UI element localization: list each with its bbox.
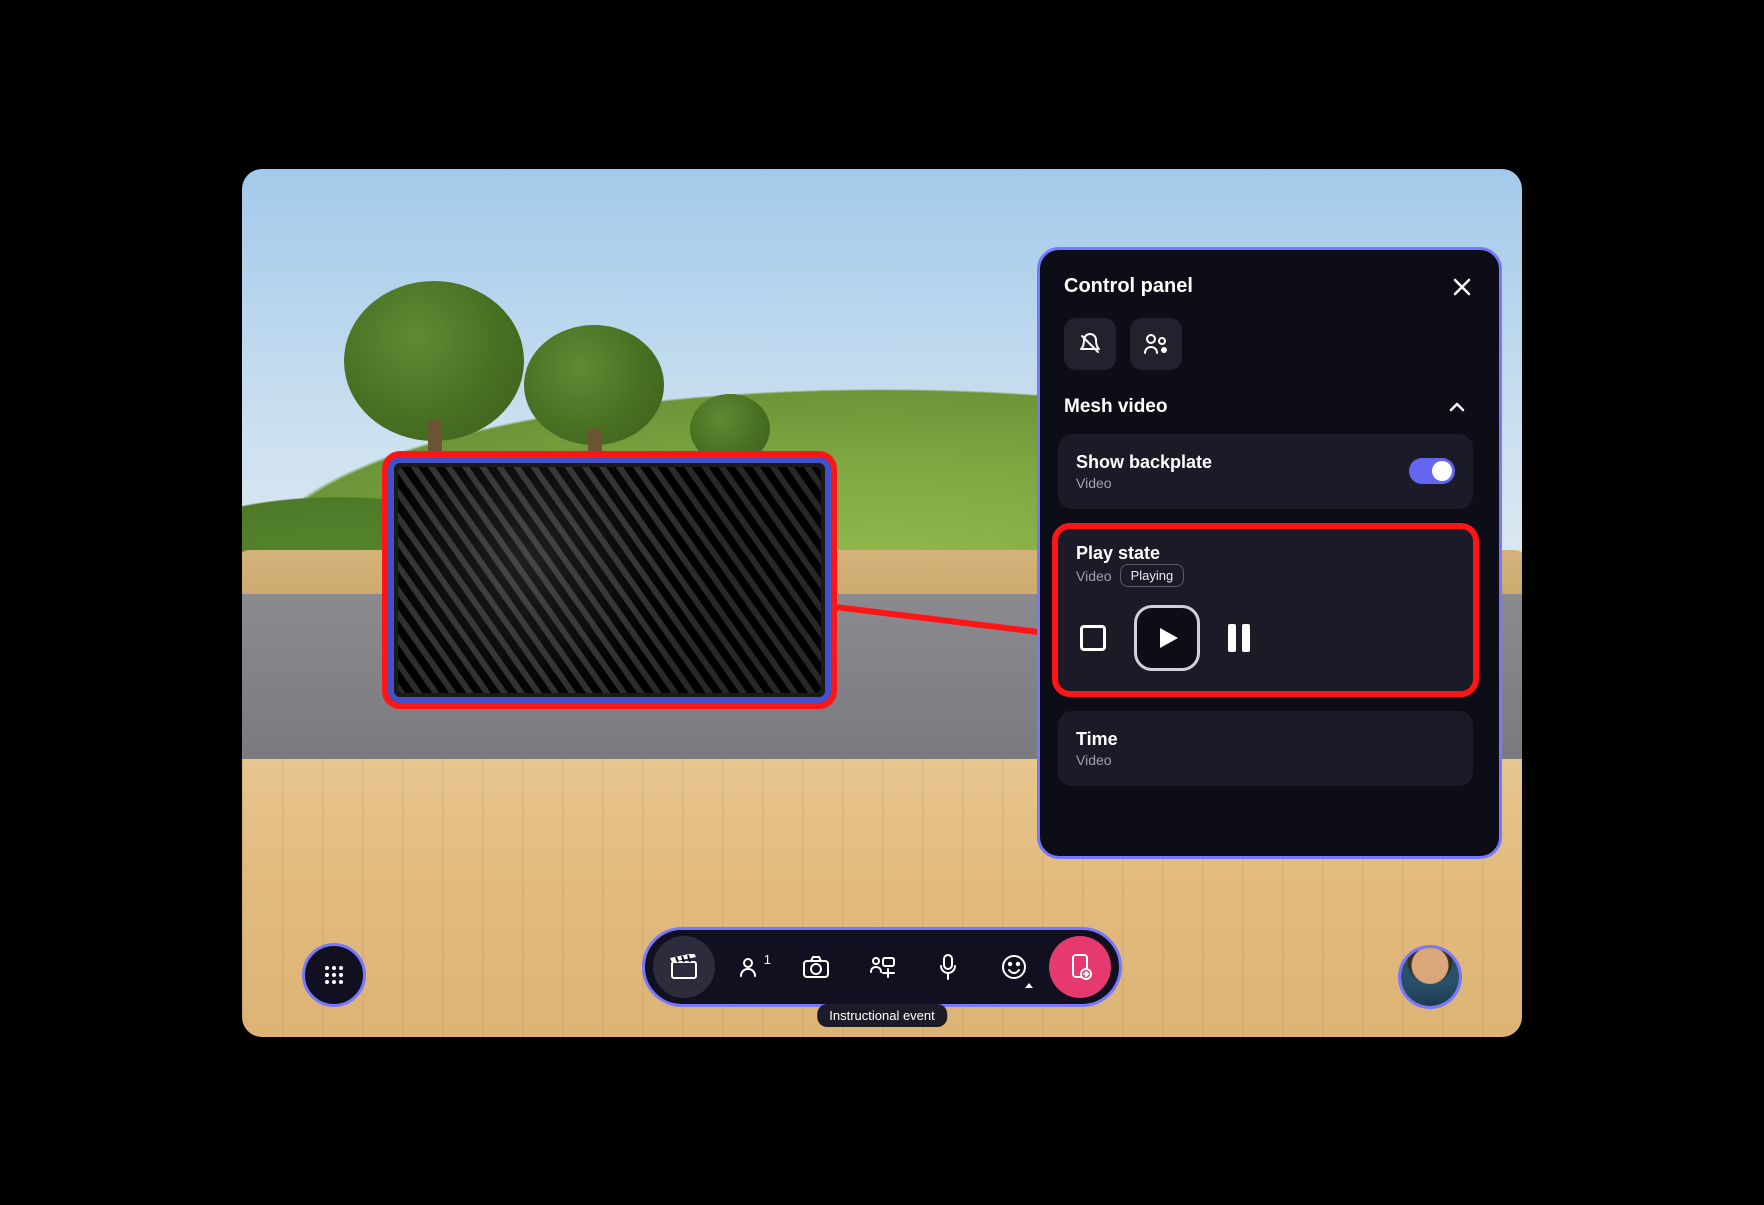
person-icon	[738, 955, 762, 979]
pause-icon	[1242, 624, 1250, 652]
play-state-sub: Video	[1076, 568, 1112, 584]
clapper-icon	[670, 954, 698, 980]
chevron-up-icon	[1447, 397, 1467, 417]
section-mesh-video-header[interactable]: Mesh video	[1040, 388, 1491, 434]
mic-button[interactable]	[917, 936, 979, 998]
play-controls	[1076, 605, 1455, 671]
time-title: Time	[1076, 729, 1455, 750]
reactions-button[interactable]	[983, 936, 1045, 998]
close-button[interactable]	[1449, 274, 1475, 300]
screen-share-button[interactable]	[851, 936, 913, 998]
app-launcher-button[interactable]	[302, 943, 366, 1007]
bell-icon	[1078, 332, 1102, 356]
leave-button[interactable]	[1049, 936, 1111, 998]
section-title: Mesh video	[1064, 396, 1167, 418]
notifications-button[interactable]	[1064, 318, 1116, 370]
show-backplate-card: Show backplate Video	[1058, 434, 1473, 509]
control-panel: Control panel Mesh video	[1037, 247, 1502, 859]
chevron-up-icon	[1025, 983, 1033, 988]
mesh-video-screen[interactable]	[382, 451, 837, 709]
panel-icon-row	[1040, 318, 1499, 388]
mic-icon	[938, 953, 958, 981]
smile-icon	[1001, 954, 1027, 980]
clapper-button[interactable]	[653, 936, 715, 998]
participants-dock-button[interactable]: 1	[719, 936, 781, 998]
avatar	[1401, 948, 1459, 1006]
tree-foliage	[524, 325, 664, 445]
time-sub: Video	[1076, 752, 1455, 768]
scene-3d: Control panel Mesh video	[242, 169, 1522, 1037]
play-state-title: Play state	[1076, 543, 1455, 564]
grid-icon	[322, 963, 346, 987]
participants-button[interactable]	[1130, 318, 1182, 370]
panel-body[interactable]: Mesh video Show backplate Video Play sta…	[1040, 388, 1499, 850]
close-icon	[1452, 277, 1472, 297]
bottom-dock: 1	[642, 927, 1122, 1007]
exit-icon	[1068, 953, 1092, 981]
present-icon	[868, 955, 896, 979]
play-button[interactable]	[1134, 605, 1200, 671]
people-icon	[1143, 332, 1169, 356]
panel-title: Control panel	[1064, 275, 1193, 298]
backplate-toggle[interactable]	[1409, 458, 1455, 484]
participant-count: 1	[764, 952, 771, 967]
play-state-text: Play state Video Playing	[1076, 543, 1455, 587]
dock-tooltip: Instructional event	[817, 1004, 947, 1027]
panel-header: Control panel	[1040, 274, 1499, 318]
time-card[interactable]: Time Video	[1058, 711, 1473, 786]
camera-icon	[802, 955, 830, 979]
app-viewport: Control panel Mesh video	[232, 159, 1532, 1047]
profile-avatar-button[interactable]	[1398, 945, 1462, 1009]
tree-foliage	[344, 281, 524, 441]
backplate-title: Show backplate	[1076, 452, 1212, 473]
play-state-status-chip: Playing	[1120, 564, 1185, 587]
camera-dock-button[interactable]	[785, 936, 847, 998]
play-state-card: Play state Video Playing	[1052, 523, 1479, 697]
play-icon	[1158, 626, 1180, 650]
pause-button[interactable]	[1228, 624, 1250, 652]
backplate-sub: Video	[1076, 475, 1212, 491]
stop-button[interactable]	[1080, 625, 1106, 651]
pause-icon	[1228, 624, 1236, 652]
backplate-text: Show backplate Video	[1076, 452, 1212, 491]
